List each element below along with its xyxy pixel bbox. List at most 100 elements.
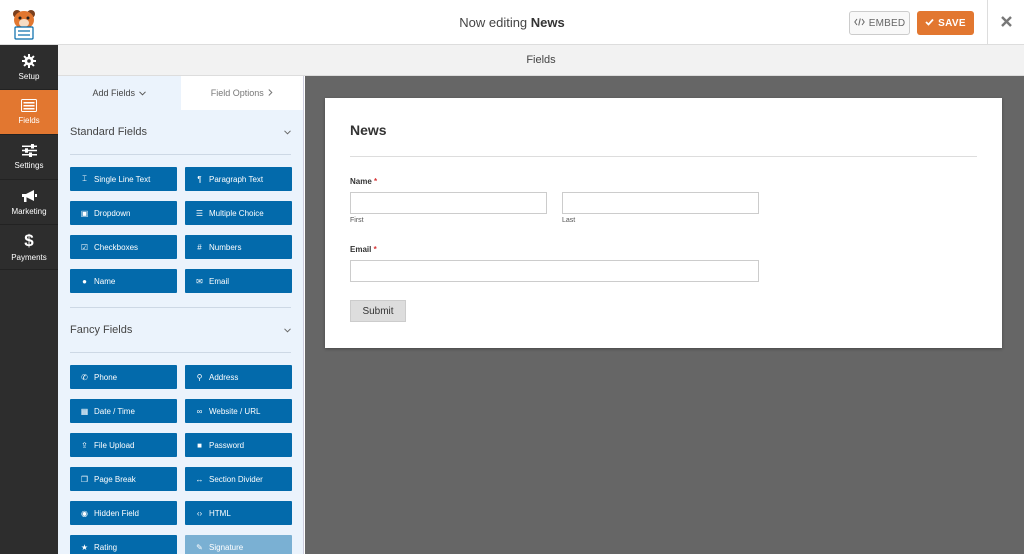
checkmark-icon [925,18,934,29]
field-button-file-upload[interactable]: ⇪ File Upload [70,433,177,457]
field-button-hidden-field[interactable]: ◉ Hidden Field [70,501,177,525]
field-button-label: File Upload [94,440,135,450]
field-button-label: Website / URL [209,406,261,416]
panel-tabs: Add Fields Field Options [58,76,303,110]
embed-button[interactable]: EMBED [849,11,910,35]
field-button-label: Page Break [94,474,136,484]
title-prefix: Now editing [459,15,528,30]
field-button-password[interactable]: ■ Password [185,433,292,457]
tab-field-options[interactable]: Field Options [180,76,303,110]
tab-add-fields[interactable]: Add Fields [58,76,181,110]
field-button-address[interactable]: ⚲ Address [185,365,292,389]
nav-item-settings[interactable]: Settings [0,135,58,180]
left-navigation: Setup Fields Settings Marketing $ Paymen… [0,45,58,554]
nav-label-marketing: Marketing [11,206,47,216]
field-button-website-url[interactable]: ∞ Website / URL [185,399,292,423]
field-button-page-break[interactable]: ❐ Page Break [70,467,177,491]
sliders-icon [21,144,37,157]
field-button-label: HTML [209,508,231,518]
close-button[interactable] [987,0,1024,45]
chevron-down-icon [284,126,291,138]
nav-label-fields: Fields [18,116,40,125]
dollar-icon: $ [24,230,34,250]
standard-fields-toggle[interactable]: Standard Fields [58,110,303,154]
text-cursor-icon: ⌶ [82,174,87,183]
field-button-label: Address [209,372,239,382]
envelope-icon: ✉ [196,276,203,286]
close-icon [1000,14,1012,32]
field-button-label: Section Divider [209,474,263,484]
required-asterisk: * [373,245,377,254]
field-button-numbers[interactable]: # Numbers [185,235,292,259]
arrows-horizontal-icon: ↔ [195,474,204,484]
top-bar: Now editing News EMBED SAVE [0,0,1024,45]
field-button-label: Date / Time [94,406,135,416]
nav-item-setup[interactable]: Setup [0,45,58,90]
list-bullets-icon: ☰ [195,208,204,218]
form-preview-canvas: News Name * First Last Email * Submit [305,76,1024,554]
field-button-dropdown[interactable]: ▣ Dropdown [70,201,177,225]
field-button-label: Checkboxes [94,242,139,252]
save-button[interactable]: SAVE [917,11,974,35]
user-icon: ● [82,276,87,286]
calendar-icon: ▦ [80,406,89,416]
email-input[interactable] [350,260,759,282]
name-label-text: Name [350,177,372,186]
nav-label-settings: Settings [14,161,44,170]
submit-button[interactable]: Submit [350,300,406,322]
star-icon: ★ [80,542,89,552]
field-button-single-line-text[interactable]: ⌶ Single Line Text [70,167,177,191]
hash-icon: # [197,242,202,252]
nav-label-setup: Setup [18,71,40,81]
field-button-multiple-choice[interactable]: ☰ Multiple Choice [185,201,292,225]
form-name-title: News [530,15,565,30]
pen-icon: ✎ [196,542,203,552]
field-button-rating[interactable]: ★ Rating [70,535,177,554]
last-name-input[interactable] [562,192,759,214]
save-label: SAVE [938,17,966,29]
chevron-down-icon [139,88,146,98]
field-button-name[interactable]: ● Name [70,269,177,293]
fancy-fields-heading: Fancy Fields [70,324,133,336]
field-button-html[interactable]: ‹› HTML [185,501,292,525]
lock-icon: ■ [197,440,202,450]
email-field-label: Email * [350,245,377,254]
email-label-text: Email [350,245,372,254]
field-button-checkboxes[interactable]: ☑ Checkboxes [70,235,177,259]
first-name-input[interactable] [350,192,547,214]
code-icon: ‹› [196,508,203,518]
field-button-date-time[interactable]: ▦ Date / Time [70,399,177,423]
field-button-label: Hidden Field [94,508,139,518]
nav-item-fields[interactable]: Fields [0,90,58,135]
tab-add-fields-label: Add Fields [92,88,136,98]
fields-panel: Add Fields Field Options Standard Fields… [58,76,304,554]
map-pin-icon: ⚲ [196,372,203,382]
divider [350,156,977,157]
nav-label-payments: Payments [11,252,47,262]
nav-item-payments[interactable]: $ Payments [0,225,58,270]
field-button-label: Numbers [209,242,242,252]
phone-icon: ✆ [81,372,88,382]
copy-icon: ❐ [80,474,89,484]
field-button-paragraph-text[interactable]: ¶ Paragraph Text [185,167,292,191]
fields-header-label: Fields [526,54,556,66]
field-button-section-divider[interactable]: ↔ Section Divider [185,467,292,491]
field-button-label: Phone [94,372,118,382]
dropdown-icon: ▣ [80,208,89,218]
field-button-label: Single Line Text [94,174,151,184]
nav-item-marketing[interactable]: Marketing [0,180,58,225]
first-sublabel: First [350,217,364,224]
field-button-label: Multiple Choice [209,208,264,218]
name-field-label: Name * [350,177,377,186]
last-sublabel: Last [562,217,576,224]
field-button-signature[interactable]: ✎ Signature [185,535,292,554]
tab-field-options-label: Field Options [210,88,264,98]
megaphone-icon [21,189,37,203]
form-preview[interactable]: News Name * First Last Email * Submit [325,98,1002,348]
field-button-email[interactable]: ✉ Email [185,269,292,293]
form-title: News [350,122,387,138]
eye-slash-icon: ◉ [81,508,88,518]
field-button-phone[interactable]: ✆ Phone [70,365,177,389]
fancy-fields-toggle[interactable]: Fancy Fields [58,308,303,352]
field-button-label: Paragraph Text [209,174,264,184]
